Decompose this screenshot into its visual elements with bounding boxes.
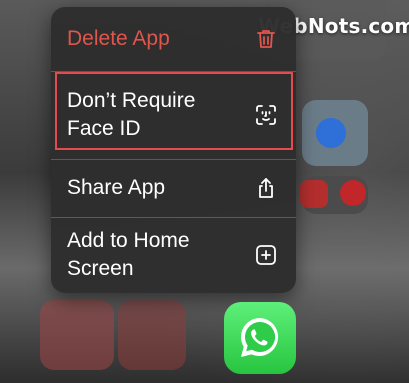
- app-context-menu: Delete App Don’t Require Face ID Share A…: [51, 7, 296, 293]
- blurred-app-tile: [118, 300, 186, 370]
- share-app-menu-item[interactable]: Share App: [51, 159, 296, 217]
- blurred-maps-pin: [316, 118, 346, 148]
- face-id-icon: [254, 103, 278, 127]
- whatsapp-app-icon[interactable]: [224, 302, 296, 374]
- add-square-icon: [254, 243, 278, 267]
- menu-item-label: Don’t Require Face ID: [67, 89, 196, 140]
- menu-item-label: Delete App: [67, 27, 170, 50]
- blurred-app-tile: [340, 180, 366, 206]
- share-icon: [254, 176, 278, 200]
- blurred-app-tile: [40, 300, 114, 370]
- delete-app-menu-item[interactable]: Delete App: [51, 7, 296, 71]
- dont-require-face-id-menu-item[interactable]: Don’t Require Face ID: [51, 71, 296, 159]
- menu-item-label: Add to Home Screen: [67, 229, 190, 280]
- trash-icon: [254, 27, 278, 51]
- whatsapp-icon: [240, 318, 279, 357]
- blurred-app-tile: [300, 180, 328, 208]
- add-to-home-screen-menu-item[interactable]: Add to Home Screen: [51, 217, 296, 293]
- menu-item-label: Share App: [67, 176, 166, 199]
